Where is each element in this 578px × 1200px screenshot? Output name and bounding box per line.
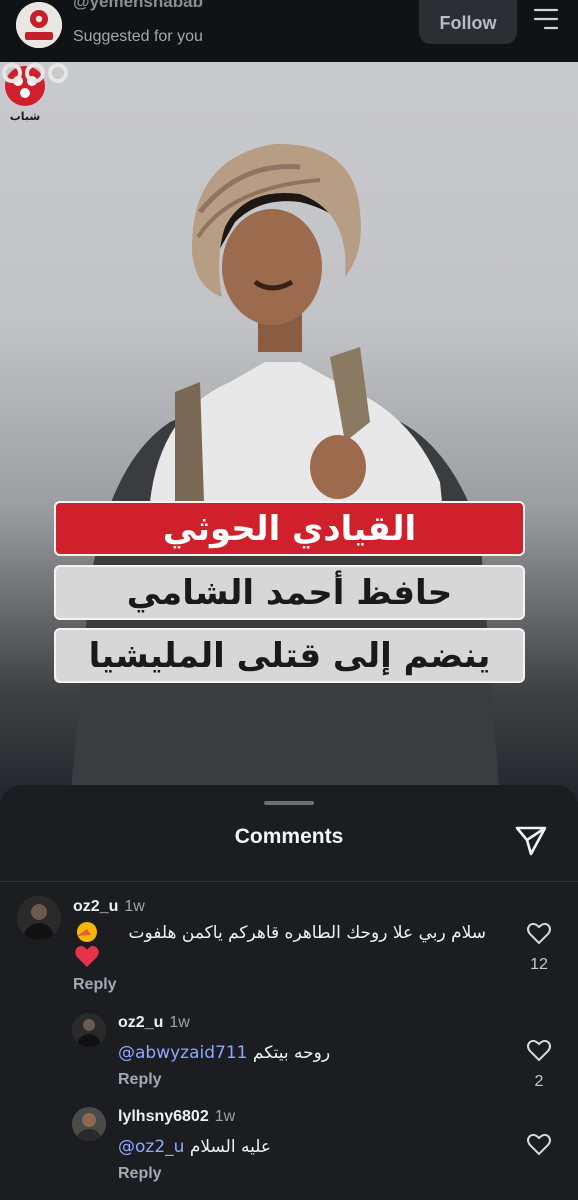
follow-button[interactable]: Follow [419,0,517,44]
comment-text: سلام ربي علا روحك الطاهره قاهركم ياكمن ه… [128,923,486,943]
headline-line-1: القيادي الحوثي [54,501,525,556]
post-header: @yemenshabab Suggested for you Follow [0,0,578,62]
suggested-label: Suggested for you [73,28,203,45]
comment-body: روحه بيتكم [252,1043,331,1063]
comment-time: 1w [124,898,145,915]
comment-username[interactable]: oz2_u 1w [118,1014,190,1032]
reply-button[interactable]: Reply [73,976,117,994]
comment-time: 1w [169,1014,190,1031]
comment-item: oz2_u 1w @abwyzaid711 روحه بيتكم Reply 2 [0,1013,578,1103]
comment-item: lylhsny6802 1w @oz2_u عليه السلام Reply [0,1107,578,1197]
comment-item: oz2_u 1w سلام ربي علا روحك الطاهره قاهركم… [0,893,578,998]
user-photo-icon [17,896,61,940]
comments-sheet: Comments oz2_u 1w سلام ربي علا روحك الطاه… [0,785,578,1200]
headline-line-3: ينضم إلى قتلى المليشيا [54,628,525,683]
divider [0,881,578,882]
emoji-icon [75,922,99,967]
reply-button[interactable]: Reply [118,1165,162,1183]
man-portrait-illustration [70,143,500,802]
avatar[interactable] [72,1107,106,1141]
user-photo-icon [72,1013,106,1047]
comment-username[interactable]: oz2_u 1w [73,898,145,916]
account-logo-icon [16,2,62,48]
brand-text: شباب [10,110,41,123]
headline-line-2: حافظ أحمد الشامي [54,565,525,620]
comment-text: @oz2_u عليه السلام [118,1137,271,1157]
comment-username[interactable]: lylhsny6802 1w [118,1108,235,1126]
comment-time: 1w [214,1108,236,1125]
heart-icon[interactable] [526,921,552,947]
account-avatar[interactable] [16,2,62,48]
heart-icon[interactable] [526,1038,552,1064]
username-text[interactable]: oz2_u [118,1014,163,1031]
like-count: 2 [534,1073,544,1090]
username-text[interactable]: oz2_u [73,898,118,915]
comments-title: Comments [234,825,344,848]
comment-body: عليه السلام [189,1137,271,1157]
like-count: 12 [530,956,548,973]
drag-handle[interactable] [264,801,314,805]
user-photo-icon [72,1107,106,1141]
post-image[interactable]: شباب القيادي الحوثي حافظ أحمد الشامي ينض… [0,62,578,802]
avatar[interactable] [17,896,61,940]
account-username[interactable]: @yemenshabab [73,0,203,12]
watermark-icon [2,63,68,83]
comment-text: @abwyzaid711 روحه بيتكم [118,1043,330,1063]
share-icon[interactable] [514,823,548,857]
menu-icon[interactable] [533,6,559,32]
avatar[interactable] [72,1013,106,1047]
mention-link[interactable]: @oz2_u [118,1137,184,1157]
mention-link[interactable]: @abwyzaid711 [118,1043,247,1063]
heart-icon[interactable] [526,1132,552,1158]
username-text[interactable]: lylhsny6802 [118,1108,209,1125]
reply-button[interactable]: Reply [118,1071,162,1089]
